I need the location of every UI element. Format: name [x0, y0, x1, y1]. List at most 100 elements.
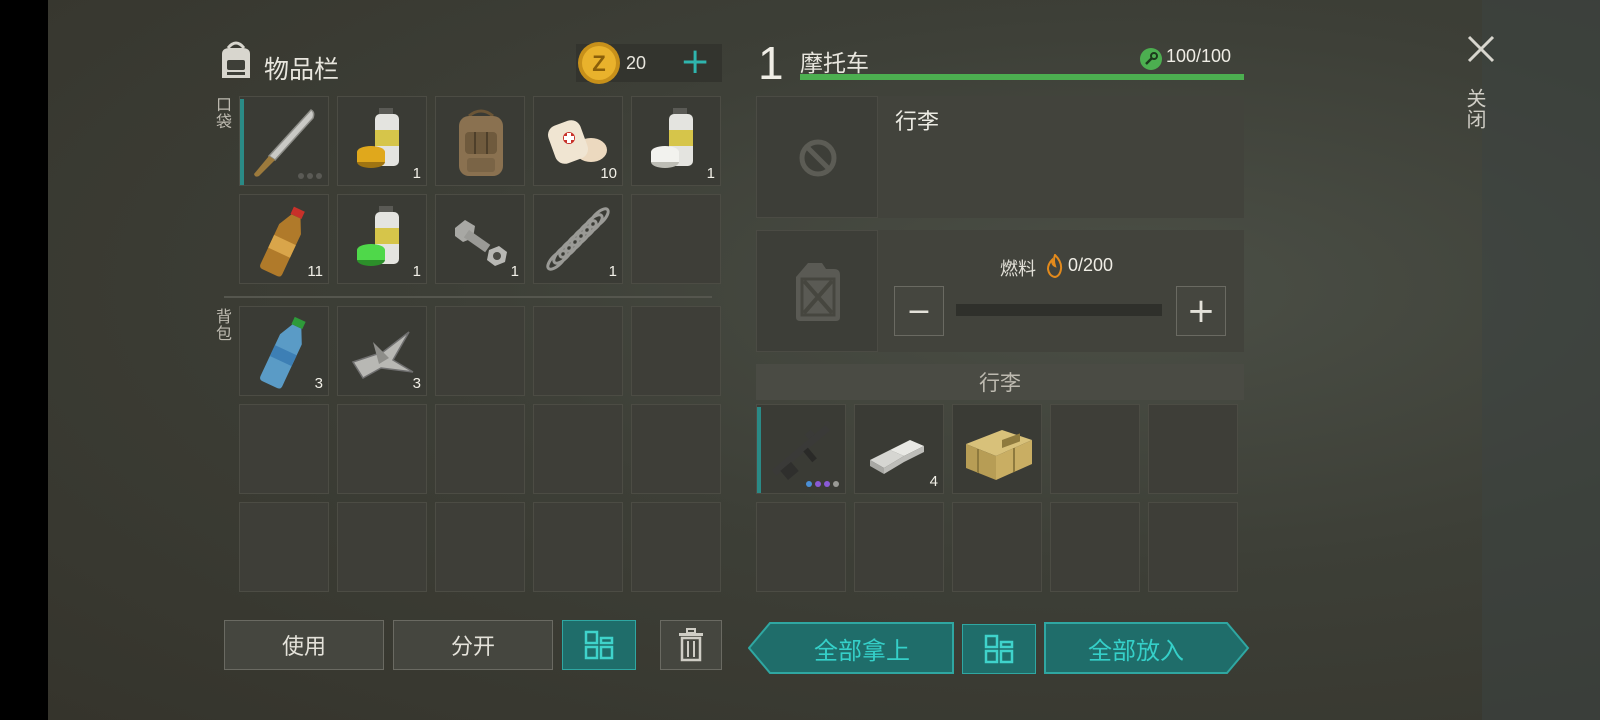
item-count: 3 [412, 375, 421, 392]
machete-icon [254, 109, 315, 177]
durability-bar [800, 74, 1244, 80]
backpack-empty-slot[interactable] [239, 502, 329, 592]
backpack-icon [222, 41, 250, 78]
luggage-empty-slot[interactable] [952, 502, 1042, 592]
coin-icon: Z [578, 42, 620, 84]
game-screen: 物品栏 Z 20 + 口袋 背包 1 10 1 11 1 1 1 33 使用 分开 1 摩 [48, 0, 1600, 720]
bolt-and-nut-icon [455, 220, 507, 266]
luggage-title: 行李 [895, 110, 940, 135]
item-count: 3 [314, 375, 323, 392]
fire-icon [1046, 254, 1063, 278]
fuel-slot[interactable] [756, 230, 878, 352]
pocket-empty-slot[interactable] [631, 194, 721, 284]
coin-count: 20 [626, 53, 647, 73]
backpack-empty-slot[interactable] [435, 306, 525, 396]
pocket-slot-white-paint-can[interactable]: 1 [631, 96, 721, 186]
backpack-empty-slot[interactable] [631, 306, 721, 396]
luggage-empty-slot[interactable] [854, 502, 944, 592]
inventory-title: 物品栏 [264, 55, 340, 84]
fuel-value: 0/200 [1068, 255, 1114, 275]
pocket-slot-spring[interactable]: 1 [533, 194, 623, 284]
white-paint-can-icon [651, 108, 693, 168]
backpack-empty-slot[interactable] [533, 404, 623, 494]
backpack-empty-slot[interactable] [337, 502, 427, 592]
item-count: 11 [307, 263, 323, 280]
backpack-empty-slot[interactable] [533, 306, 623, 396]
pocket-slot-green-paint-can[interactable]: 1 [337, 194, 427, 284]
luggage-empty-slot[interactable] [1148, 502, 1238, 592]
trash-button[interactable] [660, 620, 722, 670]
weapon-crate-icon [966, 430, 1032, 480]
close-icon[interactable] [1466, 34, 1496, 64]
luggage-header: 行李 [756, 364, 1244, 400]
wrench-icon [1140, 48, 1162, 70]
pocket-slot-bandage[interactable]: 10 [533, 96, 623, 186]
durability-dots [298, 173, 322, 179]
sort-luggage-button[interactable] [962, 624, 1036, 674]
pocket-label: 口袋 [213, 96, 232, 130]
split-button[interactable]: 分开 [393, 620, 553, 670]
pocket-slot-backpack[interactable] [435, 96, 525, 186]
assault-rifle-icon [771, 425, 830, 481]
equipped-marker [240, 99, 244, 185]
svg-text:Z: Z [592, 51, 605, 76]
fuel-label: 燃料 [1000, 259, 1036, 280]
luggage-empty-slot[interactable] [1050, 502, 1140, 592]
item-count: 10 [600, 165, 617, 182]
luggage-empty-slot[interactable] [756, 502, 846, 592]
pocket-slot-machete[interactable] [239, 96, 329, 186]
use-button[interactable]: 使用 [224, 620, 384, 670]
backpack-slot-water-bottle[interactable]: 3 [239, 306, 329, 396]
backpack-empty-slot[interactable] [631, 404, 721, 494]
backpack-empty-slot[interactable] [435, 404, 525, 494]
fuel-slider[interactable] [956, 304, 1162, 316]
luggage-slot-weapon-crate[interactable] [952, 404, 1042, 494]
vehicle-durability: 100/100 [1166, 46, 1232, 66]
backpack-empty-slot[interactable] [435, 502, 525, 592]
backpack-empty-slot[interactable] [533, 502, 623, 592]
grid-sort-icon [584, 630, 614, 660]
item-count: 1 [412, 165, 421, 182]
luggage-slot-assault-rifle[interactable] [756, 404, 846, 494]
quality-dots [806, 481, 839, 487]
backpack-empty-slot[interactable] [337, 404, 427, 494]
item-count: 1 [706, 165, 715, 182]
trash-icon [679, 628, 703, 662]
durability-fill [800, 74, 1244, 80]
put-all-button[interactable]: 全部放入 [1044, 622, 1228, 674]
luggage-slot-metal-ingots[interactable]: 4 [854, 404, 944, 494]
luggage-empty-slot[interactable] [1148, 404, 1238, 494]
add-coins-button[interactable]: + [680, 42, 710, 82]
item-count: 4 [929, 473, 938, 490]
luggage-empty-slot[interactable] [1050, 404, 1140, 494]
spring-icon [546, 207, 610, 271]
yellow-paint-can-icon [357, 108, 399, 168]
section-divider [224, 296, 712, 298]
item-count: 1 [510, 263, 519, 280]
no-item-icon [799, 139, 837, 177]
grid-sort-icon [984, 634, 1014, 664]
pocket-slot-bottle-drink[interactable]: 11 [239, 194, 329, 284]
equipped-marker [757, 407, 761, 493]
close-label[interactable]: 关闭 [1463, 88, 1490, 130]
vehicle-level: 1 [758, 37, 784, 89]
backpack-label: 背包 [213, 308, 232, 342]
take-all-button[interactable]: 全部拿上 [770, 622, 954, 674]
vehicle-name: 摩托车 [800, 51, 869, 77]
water-bottle-icon [260, 316, 306, 389]
backpack-slot-scrap-metal[interactable]: 3 [337, 306, 427, 396]
fuel-decrease-button[interactable]: − [894, 286, 944, 336]
sort-inventory-button[interactable] [562, 620, 636, 670]
right-panel-shade [1482, 0, 1600, 720]
fuel-increase-button[interactable]: + [1176, 286, 1226, 336]
pocket-slot-yellow-paint-can[interactable]: 1 [337, 96, 427, 186]
scrap-metal-icon [351, 331, 414, 380]
item-count: 1 [412, 263, 421, 280]
backpack-empty-slot[interactable] [631, 502, 721, 592]
green-paint-can-icon [357, 206, 399, 266]
backpack-empty-slot[interactable] [239, 404, 329, 494]
metal-ingots-icon [870, 440, 924, 474]
jerrycan-icon [796, 263, 840, 321]
vehicle-part-slot[interactable] [756, 96, 878, 218]
pocket-slot-bolt-and-nut[interactable]: 1 [435, 194, 525, 284]
